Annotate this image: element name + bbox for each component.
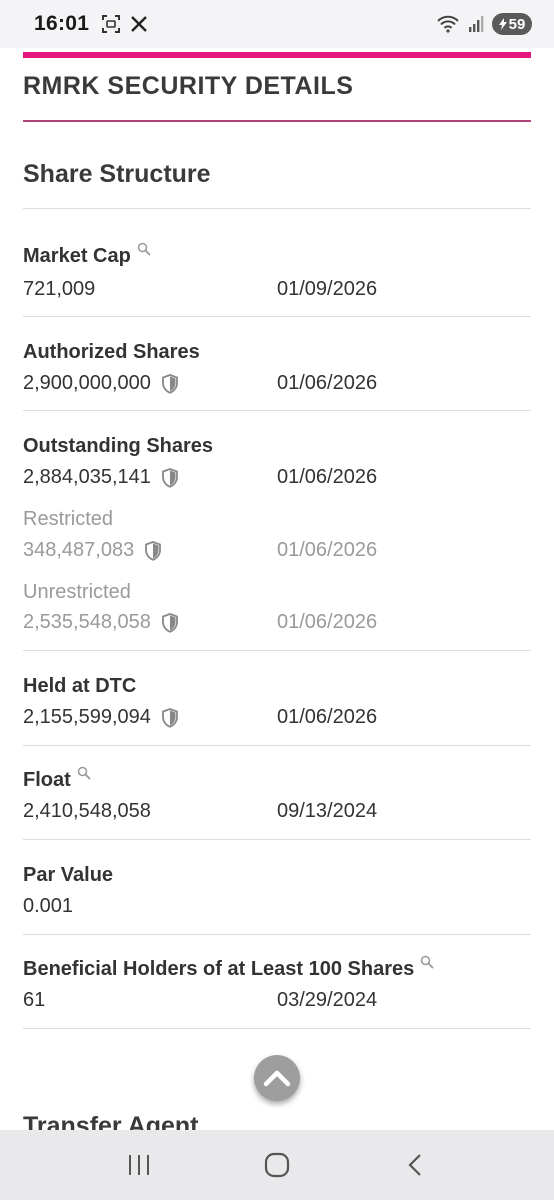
row-divider	[23, 410, 531, 411]
app-screen: 16:01 59 RMRK SECURITY DETAILS Share Str…	[0, 0, 554, 1200]
restricted-date: 01/06/2026	[277, 539, 378, 561]
row-divider	[23, 839, 531, 840]
beneficial-holders-label: Beneficial Holders of at Least 100 Share…	[23, 955, 434, 981]
battery-level: 59	[508, 15, 526, 33]
status-left-icons	[101, 14, 149, 34]
scroll-to-top-button[interactable]	[254, 1055, 300, 1101]
authorized-shares-value: 2,900,000,000	[23, 372, 179, 395]
row-divider	[23, 1028, 531, 1029]
status-bar: 16:01 59	[0, 0, 554, 48]
shield-icon[interactable]	[161, 707, 179, 728]
beneficial-holders-date: 03/29/2024	[277, 989, 378, 1011]
shield-icon[interactable]	[161, 467, 179, 488]
restricted-label: Restricted	[23, 508, 114, 530]
market-cap-label: Market Cap	[23, 242, 151, 268]
authorized-shares-label: Authorized Shares	[23, 341, 200, 363]
zoom-icon[interactable]	[77, 766, 91, 780]
row-divider	[23, 316, 531, 317]
unrestricted-label: Unrestricted	[23, 581, 131, 603]
outstanding-shares-value: 2,884,035,141	[23, 466, 179, 489]
page-title: RMRK SECURITY DETAILS	[23, 72, 354, 100]
share-structure-heading: Share Structure	[23, 160, 211, 188]
status-time: 16:01	[34, 12, 90, 35]
outstanding-shares-date: 01/06/2026	[277, 466, 378, 488]
zoom-icon[interactable]	[137, 242, 151, 256]
screenshot-icon	[101, 14, 121, 34]
market-cap-date: 01/09/2026	[277, 278, 378, 300]
back-button[interactable]	[385, 1140, 445, 1190]
x-logo-icon	[129, 14, 149, 34]
row-divider	[23, 745, 531, 746]
chevron-up-icon	[263, 1068, 291, 1088]
unrestricted-value: 2,535,548,058	[23, 611, 179, 634]
outstanding-shares-label: Outstanding Shares	[23, 435, 214, 457]
status-right-icons: 59	[436, 13, 532, 35]
unrestricted-date: 01/06/2026	[277, 611, 378, 633]
row-divider	[23, 934, 531, 935]
recent-apps-button[interactable]	[109, 1140, 169, 1190]
heading-divider	[23, 208, 531, 209]
navigation-bar	[0, 1130, 554, 1200]
zoom-icon[interactable]	[420, 955, 434, 969]
held-at-dtc-date: 01/06/2026	[277, 706, 378, 728]
held-at-dtc-value: 2,155,599,094	[23, 706, 179, 729]
authorized-shares-date: 01/06/2026	[277, 372, 378, 394]
market-cap-value: 721,009	[23, 278, 96, 300]
shield-icon[interactable]	[144, 540, 162, 561]
battery-icon: 59	[492, 13, 532, 35]
shield-icon[interactable]	[161, 373, 179, 394]
held-at-dtc-label: Held at DTC	[23, 675, 137, 697]
signal-icon	[468, 15, 484, 33]
row-divider	[23, 650, 531, 651]
par-value-value: 0.001	[23, 895, 74, 917]
float-label: Float	[23, 766, 91, 792]
beneficial-holders-value: 61	[23, 989, 46, 1011]
shield-icon[interactable]	[161, 612, 179, 633]
wifi-icon	[436, 14, 460, 34]
restricted-value: 348,487,083	[23, 539, 162, 562]
section-divider	[23, 120, 531, 122]
par-value-label: Par Value	[23, 864, 114, 886]
home-button[interactable]	[247, 1140, 307, 1190]
accent-bar	[23, 52, 531, 58]
float-value: 2,410,548,058	[23, 800, 151, 822]
float-date: 09/13/2024	[277, 800, 378, 822]
